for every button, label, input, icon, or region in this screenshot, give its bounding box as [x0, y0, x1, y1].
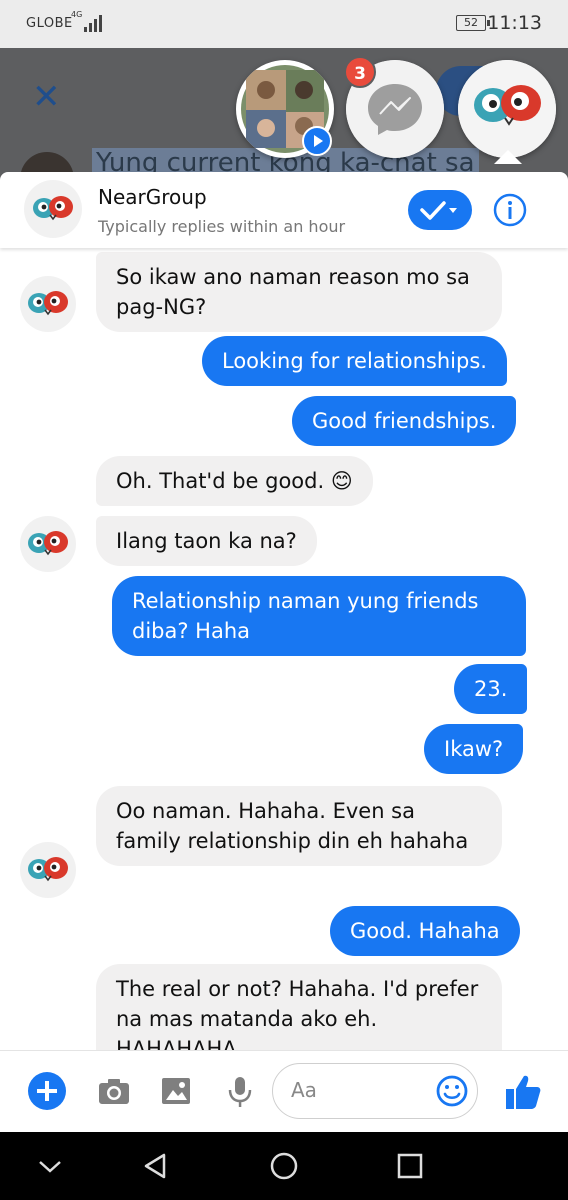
camera-button[interactable] [96, 1073, 132, 1109]
info-icon [493, 193, 527, 227]
chat-head-pointer [494, 150, 522, 164]
thumbs-up-icon [506, 1075, 541, 1109]
sender-avatar[interactable] [20, 516, 76, 572]
battery-icon: 52 [456, 15, 486, 31]
recents-button[interactable] [394, 1150, 426, 1182]
microphone-icon [228, 1077, 252, 1107]
contact-avatar[interactable] [24, 180, 82, 238]
info-button[interactable] [492, 192, 528, 228]
chevron-down-icon [39, 1161, 61, 1173]
home-button[interactable] [268, 1150, 300, 1182]
message-composer: Aa [0, 1050, 568, 1132]
message-outgoing[interactable]: 23. [454, 664, 528, 714]
voice-button[interactable] [222, 1073, 258, 1109]
chat-header: NearGroup Typically replies within an ho… [0, 172, 568, 248]
close-icon[interactable]: ✕ [32, 80, 61, 114]
neargroup-logo-icon [28, 291, 68, 316]
chat-head-neargroup[interactable] [458, 60, 556, 158]
recents-square-icon [397, 1153, 423, 1179]
neargroup-logo-icon [28, 857, 68, 882]
message-list[interactable]: So ikaw ano naman reason mo sa pag-NG? L… [0, 248, 568, 1050]
gallery-button[interactable] [158, 1073, 194, 1109]
message-outgoing[interactable]: Looking for relationships. [202, 336, 507, 386]
signal-icon [84, 15, 102, 32]
like-button[interactable] [502, 1071, 544, 1113]
network-type: 4G [71, 10, 83, 19]
neargroup-logo-icon [458, 60, 556, 158]
mark-done-button[interactable] [408, 190, 472, 230]
message-input-placeholder: Aa [291, 1078, 317, 1102]
image-icon [162, 1078, 190, 1104]
plus-icon [37, 1081, 57, 1101]
navigation-bar [0, 1132, 568, 1200]
hide-nav-button[interactable] [34, 1150, 66, 1182]
camera-icon [99, 1079, 129, 1104]
message-input[interactable]: Aa [272, 1063, 478, 1119]
message-incoming[interactable]: Oo naman. Hahaha. Even sa family relatio… [96, 786, 502, 866]
emoji-icon [436, 1075, 468, 1107]
video-call-icon [302, 126, 332, 156]
back-button[interactable] [140, 1150, 172, 1182]
home-circle-icon [270, 1152, 298, 1180]
clock: 11:13 [487, 12, 542, 34]
unread-badge: 3 [344, 56, 376, 88]
emoji-button[interactable] [435, 1074, 469, 1108]
neargroup-logo-icon [28, 531, 68, 556]
message-incoming[interactable]: The real or not? Hahaha. I'd prefer na m… [96, 964, 502, 1050]
message-outgoing[interactable]: Good. Hahaha [330, 906, 520, 956]
back-triangle-icon [144, 1153, 166, 1179]
sender-avatar[interactable] [20, 842, 76, 898]
response-time-text: Typically replies within an hour [98, 217, 346, 236]
check-dropdown-icon [420, 201, 457, 220]
contact-name[interactable]: NearGroup [98, 185, 207, 209]
carrier-label: GLOBE [26, 16, 73, 31]
message-outgoing[interactable]: Good friendships. [292, 396, 517, 446]
message-outgoing[interactable]: Relationship naman yung friends diba? Ha… [112, 576, 526, 656]
more-actions-button[interactable] [28, 1072, 66, 1110]
sender-avatar[interactable] [20, 276, 76, 332]
status-bar: GLOBE 4G 52 11:13 [0, 0, 568, 48]
neargroup-logo-icon [33, 196, 73, 221]
message-outgoing[interactable]: Ikaw? [424, 724, 524, 774]
message-incoming[interactable]: Ilang taon ka na? [96, 516, 317, 566]
message-incoming[interactable]: Oh. That'd be good. 😊 [96, 456, 373, 506]
message-incoming[interactable]: So ikaw ano naman reason mo sa pag-NG? [96, 252, 502, 332]
